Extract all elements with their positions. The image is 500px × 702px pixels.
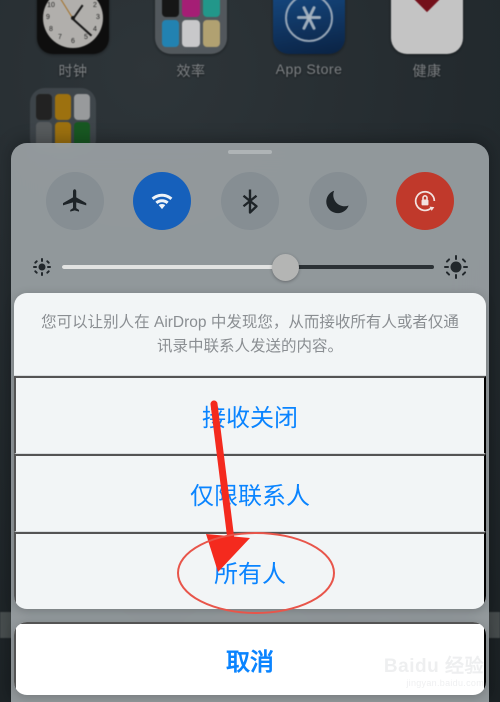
everyone-option[interactable]: 所有人 bbox=[14, 532, 486, 610]
brightness-slider-row bbox=[11, 230, 489, 281]
mini-icon-5 bbox=[182, 19, 200, 47]
wifi-icon bbox=[152, 193, 173, 210]
airplane-icon bbox=[62, 189, 87, 212]
mini-icon-2 bbox=[182, 0, 200, 17]
mini-icon-4 bbox=[162, 19, 180, 47]
rotation-lock-toggle[interactable] bbox=[396, 172, 455, 230]
cancel-sheet-container: 取消 bbox=[14, 622, 486, 695]
mini-icon-1 bbox=[162, 0, 180, 17]
app-icon-clock[interactable]: 12 1 2 3 4 5 6 7 8 9 10 11 bbox=[25, 0, 121, 81]
mini-icon-c bbox=[73, 94, 90, 120]
airplane-mode-toggle[interactable] bbox=[45, 172, 104, 230]
mini-icon-6 bbox=[202, 19, 220, 47]
mini-icon-a bbox=[36, 94, 53, 120]
app-label-clock: 时钟 bbox=[58, 63, 88, 79]
toggle-row bbox=[11, 154, 489, 230]
brightness-high-icon bbox=[444, 255, 468, 279]
brightness-low-icon bbox=[33, 258, 51, 276]
mini-icon-b bbox=[54, 94, 72, 120]
brightness-knob[interactable] bbox=[271, 253, 299, 281]
app-store-icon bbox=[273, 0, 345, 54]
app-icon-row: 12 1 2 3 4 5 6 7 8 9 10 11 bbox=[0, 0, 500, 81]
folder-mini-icon-grid bbox=[162, 0, 220, 47]
wifi-toggle[interactable] bbox=[133, 172, 192, 230]
health-icon bbox=[391, 0, 463, 54]
app-label-app-store: App Store bbox=[275, 61, 343, 77]
bluetooth-toggle[interactable] bbox=[220, 172, 279, 230]
mini-icon-3 bbox=[202, 0, 220, 17]
brightness-slider[interactable] bbox=[62, 253, 434, 281]
do-not-disturb-toggle[interactable] bbox=[308, 172, 367, 230]
app-icon-efficiency-folder[interactable]: 效率 bbox=[143, 0, 239, 81]
action-sheet-header: 您可以让别人在 AirDrop 中发现您，从而接收所有人或者仅通讯录中联系人发送… bbox=[14, 293, 486, 377]
folder-icon bbox=[155, 0, 227, 54]
brightness-fill bbox=[62, 265, 286, 269]
moon-icon bbox=[325, 190, 349, 214]
clock-icon: 12 1 2 3 4 5 6 7 8 9 10 11 bbox=[37, 0, 109, 54]
iphone-screen: 12 1 2 3 4 5 6 7 8 9 10 11 bbox=[0, 0, 500, 702]
app-icon-app-store[interactable]: App Store bbox=[261, 0, 357, 81]
contacts-only-option[interactable]: 仅限联系人 bbox=[14, 454, 486, 533]
app-icon-health[interactable]: 健康 bbox=[379, 0, 475, 81]
airdrop-action-sheet: 您可以让别人在 AirDrop 中发现您，从而接收所有人或者仅通讯录中联系人发送… bbox=[14, 293, 486, 610]
receiving-off-option[interactable]: 接收关闭 bbox=[14, 376, 486, 455]
folder-mini-icon-grid-2 bbox=[36, 94, 90, 148]
app-label-efficiency: 效率 bbox=[176, 63, 206, 79]
rotation-lock-icon bbox=[415, 190, 436, 212]
cancel-button[interactable]: 取消 bbox=[14, 622, 486, 695]
app-label-health: 健康 bbox=[412, 63, 442, 79]
bluetooth-icon bbox=[242, 189, 258, 214]
